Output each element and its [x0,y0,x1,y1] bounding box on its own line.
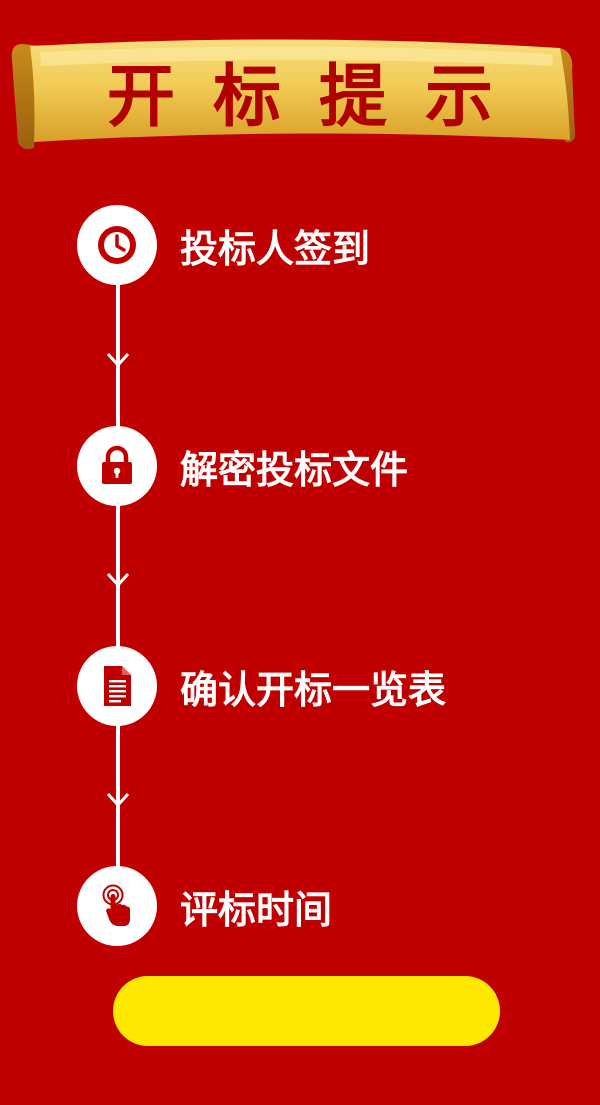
action-button[interactable] [113,976,500,1046]
chevron-down-icon [106,792,130,808]
chevron-down-icon [106,572,130,588]
step-2-badge [77,426,157,506]
lock-icon [102,445,132,484]
step-3-label: 确认开标一览表 [180,667,447,712]
step-1-label: 投标人签到 [180,226,371,271]
page-title: 开标提示 [106,57,531,137]
step-4-label: 评标时间 [180,887,333,932]
step-1-badge [77,205,157,285]
chevron-down-icon [106,352,130,368]
title-banner: 开标提示 [0,30,600,155]
clock-icon [98,226,136,264]
step-3-badge [77,646,157,726]
step-2-label: 解密投标文件 [180,447,409,492]
step-4-badge [77,866,157,946]
touch-icon [102,884,130,926]
document-icon [104,666,131,706]
